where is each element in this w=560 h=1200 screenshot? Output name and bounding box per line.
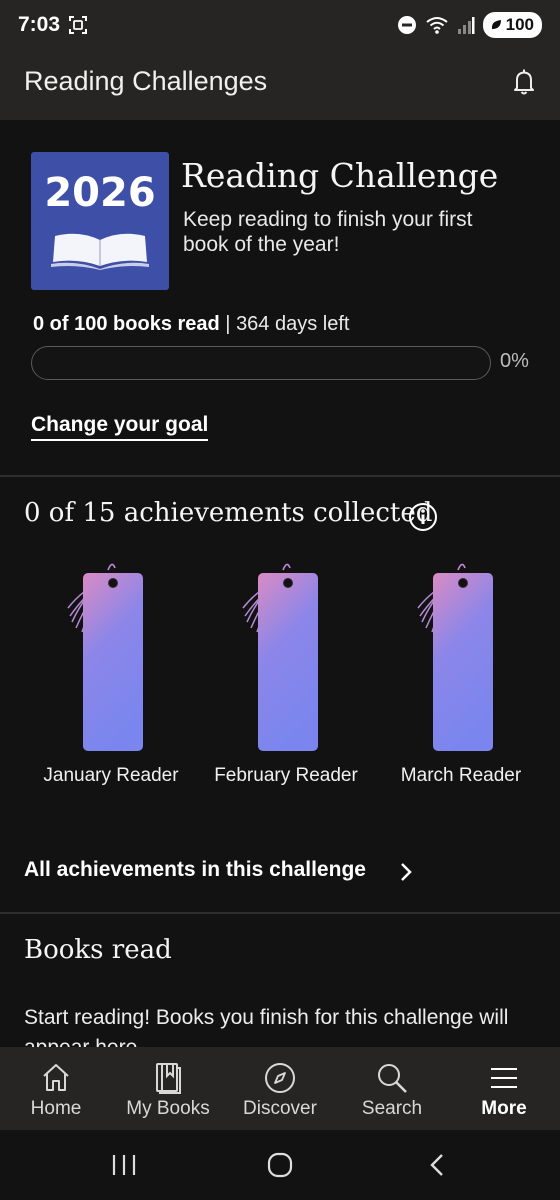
change-goal-link[interactable]: Change your goal (31, 413, 209, 441)
nav-label: Discover (243, 1098, 317, 1119)
my-books-icon (156, 1063, 181, 1094)
challenge-subtitle: Keep reading to finish your first book o… (183, 208, 473, 256)
achievement-badge[interactable]: January Reader (21, 562, 201, 792)
nav-more[interactable]: More (448, 1047, 560, 1130)
recent-apps-icon[interactable] (110, 1152, 138, 1178)
wifi-icon (426, 17, 448, 34)
bookmark-icon (67, 563, 144, 752)
battery-saver-icon (491, 20, 501, 29)
battery-indicator: 100 (482, 12, 542, 38)
screenshot-icon (69, 16, 87, 34)
section-divider (0, 912, 560, 914)
menu-icon (491, 1068, 517, 1088)
nav-home[interactable]: Home (0, 1047, 112, 1130)
nav-label: Search (361, 1098, 423, 1119)
search-icon (378, 1064, 407, 1093)
progress-bar (31, 346, 491, 380)
bottom-nav: Home My Books Discover Search More (0, 1047, 560, 1130)
progress-separator: | (219, 313, 237, 335)
days-left: 364 days left (236, 313, 350, 335)
compass-icon (265, 1063, 295, 1093)
status-icons: 100 (397, 12, 542, 38)
battery-level: 100 (505, 15, 534, 34)
system-nav-bar (0, 1130, 560, 1200)
do-not-disturb-icon (397, 16, 416, 34)
achievement-badge[interactable]: March Reader (371, 562, 551, 792)
back-icon[interactable] (426, 1152, 450, 1178)
bell-icon[interactable] (506, 64, 542, 100)
signal-icon (457, 17, 475, 34)
home-icon (43, 1064, 69, 1091)
info-icon[interactable] (408, 502, 438, 532)
status-time: 7:03 (18, 13, 61, 36)
bookmark-icon (417, 563, 494, 752)
achievement-label: January Reader (43, 765, 179, 786)
nav-search[interactable]: Search (336, 1047, 448, 1130)
chevron-right-icon[interactable] (396, 860, 416, 884)
bookmark-icon (242, 563, 319, 752)
achievement-badge[interactable]: February Reader (196, 562, 376, 792)
nav-label: More (481, 1098, 527, 1119)
challenge-title: Reading Challenge (181, 156, 499, 195)
books-read-count: 0 of 100 books read (33, 313, 220, 335)
home-button-icon[interactable] (266, 1152, 294, 1178)
progress-percent: 0% (500, 350, 529, 372)
achievements-heading: 0 of 15 achievements collected (24, 498, 433, 528)
achievement-label: February Reader (214, 765, 358, 786)
all-achievements-link[interactable]: All achievements in this challenge (24, 858, 366, 882)
books-read-heading: Books read (24, 935, 172, 965)
nav-label: Home (30, 1098, 82, 1119)
achievement-label: March Reader (400, 765, 522, 786)
cover-year: 2026 (44, 170, 156, 216)
challenge-cover: 2026 (31, 152, 169, 290)
progress-summary: 0 of 100 books read | 364 days left (33, 313, 349, 336)
section-divider (0, 475, 560, 477)
page-title: Reading Challenges (24, 66, 268, 96)
open-book-icon (51, 233, 149, 270)
nav-my-books[interactable]: My Books (112, 1047, 224, 1130)
nav-discover[interactable]: Discover (224, 1047, 336, 1130)
nav-label: My Books (126, 1098, 210, 1119)
app-bar: Reading Challenges (0, 52, 560, 120)
status-bar: 7:03 100 (0, 0, 560, 52)
